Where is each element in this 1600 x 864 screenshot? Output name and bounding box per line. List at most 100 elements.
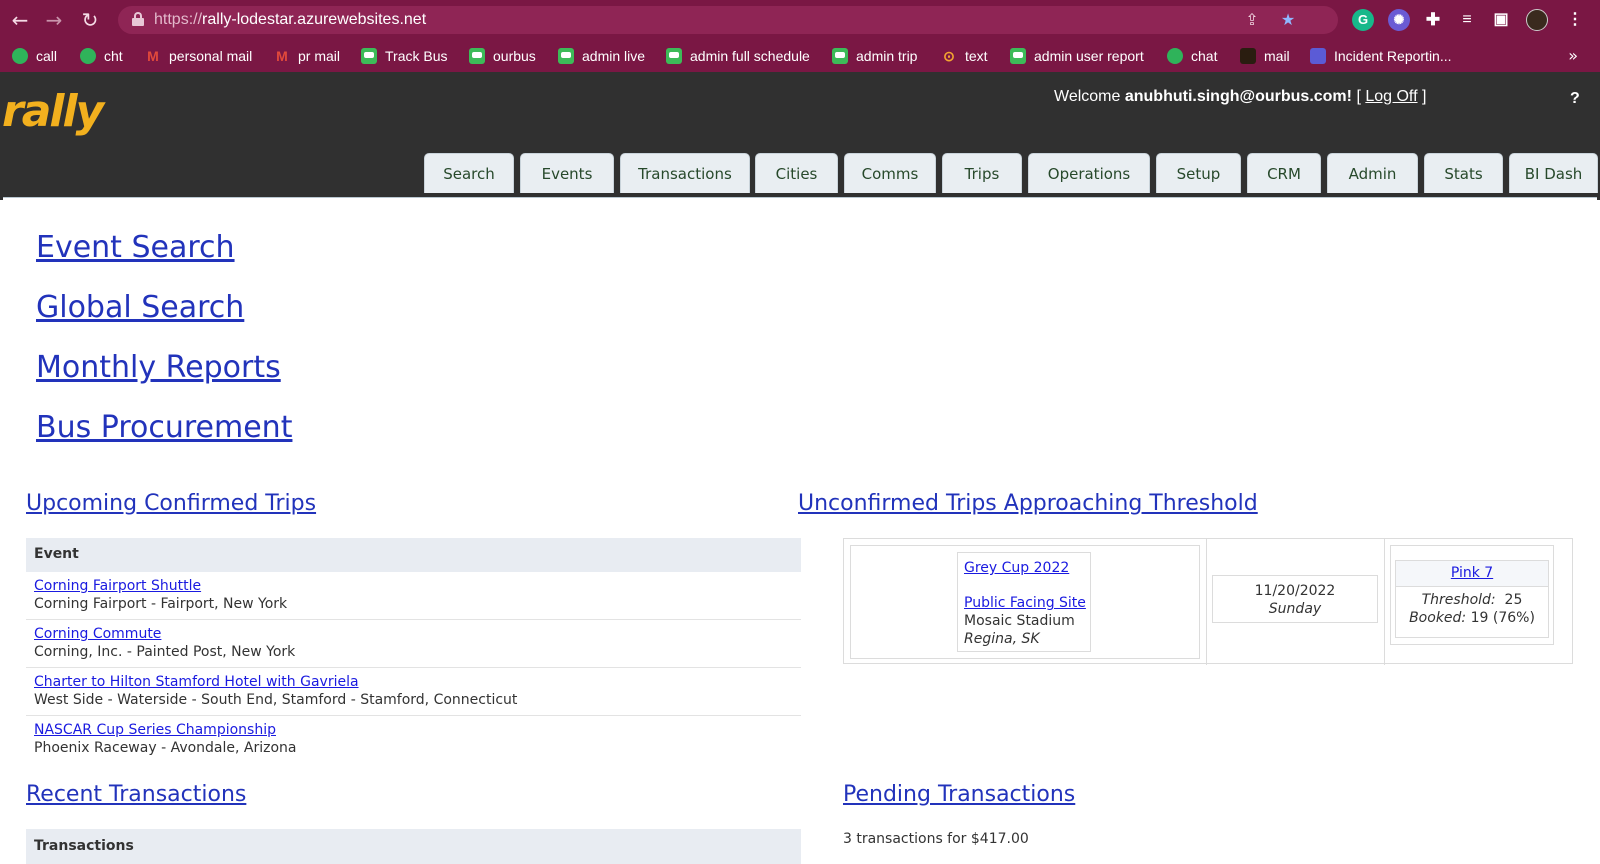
event-link[interactable]: NASCAR Cup Series Championship xyxy=(34,722,801,740)
tab-crm[interactable]: CRM xyxy=(1247,153,1321,193)
event-location: Corning Fairport - Fairport, New York xyxy=(34,596,288,612)
extension-badge-icon[interactable]: ✺ xyxy=(1388,9,1410,31)
bookmark-admin-user-report[interactable]: admin user report xyxy=(1010,47,1144,65)
tab-events[interactable]: Events xyxy=(520,153,614,193)
event-day: Sunday xyxy=(1268,601,1322,617)
mail-icon xyxy=(1240,48,1256,64)
event-location: Corning, Inc. - Painted Post, New York xyxy=(34,644,296,660)
bookmark-star-icon[interactable]: ★ xyxy=(1278,10,1298,30)
bus-icon xyxy=(558,48,574,64)
tab-cities[interactable]: Cities xyxy=(755,153,838,193)
puzzle-extensions-icon[interactable]: ✚ xyxy=(1422,9,1444,31)
event-link[interactable]: Charter to Hilton Stamford Hotel with Ga… xyxy=(34,674,801,692)
main-content: Event Search Global Search Monthly Repor… xyxy=(3,197,1597,864)
event-date-cell: 11/20/2022 Sunday xyxy=(1212,575,1378,623)
tab-setup[interactable]: Setup xyxy=(1156,153,1241,193)
chat-icon xyxy=(1167,48,1183,64)
list-icon xyxy=(1310,48,1326,64)
chat-icon xyxy=(80,48,96,64)
share-icon[interactable]: ⇪ xyxy=(1242,10,1262,30)
unconfirmed-trips-title[interactable]: Unconfirmed Trips Approaching Threshold xyxy=(798,491,1258,516)
reload-icon[interactable]: ↻ xyxy=(78,8,102,32)
tab-comms[interactable]: Comms xyxy=(844,153,936,193)
event-link[interactable]: Corning Commute xyxy=(34,626,801,644)
monthly-reports-link[interactable]: Monthly Reports xyxy=(36,350,281,385)
upcoming-confirmed-trips-title[interactable]: Upcoming Confirmed Trips xyxy=(26,491,316,516)
event-cell: Grey Cup 2022 Public Facing Site Mosaic … xyxy=(850,545,1200,659)
pending-summary: 3 transactions for $417.00 xyxy=(843,831,1029,847)
tab-search[interactable]: Search xyxy=(424,153,514,193)
bookmark-cht[interactable]: cht xyxy=(80,47,123,65)
bookmark-personal-mail[interactable]: Mpersonal mail xyxy=(145,47,252,65)
event-location: Phoenix Raceway - Avondale, Arizona xyxy=(34,740,297,756)
upcoming-trips-table: Event Corning Fairport Shuttle Corning F… xyxy=(26,538,801,764)
event-details: Grey Cup 2022 Public Facing Site Mosaic … xyxy=(957,552,1091,652)
phone-icon xyxy=(12,48,28,64)
bookmark-admin-full-schedule[interactable]: admin full schedule xyxy=(666,47,810,65)
lock-icon xyxy=(132,12,144,26)
bookmark-admin-live[interactable]: admin live xyxy=(558,47,645,65)
bookmark-ourbus[interactable]: ourbus xyxy=(469,47,536,65)
tab-transactions[interactable]: Transactions xyxy=(620,153,750,193)
bus-icon xyxy=(1010,48,1026,64)
address-bar[interactable]: https://rally-lodestar.azurewebsites.net… xyxy=(118,6,1338,34)
cell-divider xyxy=(1384,539,1385,665)
tab-trips[interactable]: Trips xyxy=(942,153,1022,193)
table-row: Charter to Hilton Stamford Hotel with Ga… xyxy=(26,668,801,716)
bus-procurement-link[interactable]: Bus Procurement xyxy=(36,410,292,445)
bus-icon xyxy=(469,48,485,64)
recent-transactions-title[interactable]: Recent Transactions xyxy=(26,782,246,807)
unconfirmed-trip-card: Grey Cup 2022 Public Facing Site Mosaic … xyxy=(843,538,1573,665)
bus-icon xyxy=(666,48,682,64)
bookmark-incident-reporting[interactable]: Incident Reportin... xyxy=(1310,47,1452,65)
media-control-icon[interactable]: ≡ xyxy=(1456,9,1478,31)
bookmark-mail[interactable]: mail xyxy=(1240,47,1290,65)
event-link[interactable]: Corning Fairport Shuttle xyxy=(34,578,801,596)
bookmark-call[interactable]: call xyxy=(12,47,57,65)
tab-bi-dash[interactable]: BI Dash xyxy=(1509,153,1598,193)
public-facing-site-link[interactable]: Public Facing Site xyxy=(964,595,1086,611)
booked-value: 19 (76%) xyxy=(1470,610,1535,626)
bookmark-pr-mail[interactable]: Mpr mail xyxy=(274,47,340,65)
route-header: Pink 7 xyxy=(1396,561,1548,587)
global-search-link[interactable]: Global Search xyxy=(36,290,244,325)
bookmark-text[interactable]: ⊙ text xyxy=(941,47,987,65)
event-location: West Side - Waterside - South End, Stamf… xyxy=(34,692,518,708)
bookmark-track-bus[interactable]: Track Bus xyxy=(361,47,448,65)
gmail-icon: M xyxy=(276,48,288,64)
route-link[interactable]: Pink 7 xyxy=(1451,565,1493,581)
tab-stats[interactable]: Stats xyxy=(1424,153,1503,193)
profile-avatar[interactable] xyxy=(1526,9,1548,31)
table-row: Corning Fairport Shuttle Corning Fairpor… xyxy=(26,572,801,620)
threshold-value: 25 xyxy=(1504,592,1523,608)
bookmarks-overflow-button[interactable]: » xyxy=(1568,46,1578,65)
tab-operations[interactable]: Operations xyxy=(1028,153,1150,193)
route-cell: Pink 7 Threshold: 25 Booked: 19 (76%) xyxy=(1390,545,1554,645)
grammarly-extension-icon[interactable]: G xyxy=(1352,9,1374,31)
event-link[interactable]: Grey Cup 2022 xyxy=(964,560,1069,576)
venue-city: Regina, SK xyxy=(964,631,1040,647)
forward-arrow-icon[interactable]: → xyxy=(42,8,66,32)
table-row: Corning Commute Corning, Inc. - Painted … xyxy=(26,620,801,668)
transactions-table-header: Transactions xyxy=(26,829,801,864)
bookmark-chat[interactable]: chat xyxy=(1167,47,1217,65)
cell-divider xyxy=(1206,539,1207,665)
text-icon: ⊙ xyxy=(943,48,955,64)
route-stats: Threshold: 25 Booked: 19 (76%) xyxy=(1409,592,1535,626)
back-arrow-icon[interactable]: ← xyxy=(8,8,32,32)
log-off-link[interactable]: Log Off xyxy=(1365,88,1417,105)
side-panel-icon[interactable]: ▣ xyxy=(1490,9,1512,31)
pending-transactions-title[interactable]: Pending Transactions xyxy=(843,782,1075,807)
bookmark-admin-trip[interactable]: admin trip xyxy=(832,47,917,65)
venue-name: Mosaic Stadium xyxy=(964,613,1075,629)
welcome-message: Welcome anubhuti.singh@ourbus.com! [ Log… xyxy=(1054,88,1427,105)
rally-logo[interactable]: rally xyxy=(2,86,104,137)
help-icon[interactable]: ? xyxy=(1570,90,1580,108)
tab-admin[interactable]: Admin xyxy=(1327,153,1418,193)
user-email: anubhuti.singh@ourbus.com! xyxy=(1124,88,1352,105)
bus-icon xyxy=(832,48,848,64)
bus-icon xyxy=(361,48,377,64)
browser-toolbar: ← → ↻ https://rally-lodestar.azurewebsit… xyxy=(0,0,1600,40)
event-search-link[interactable]: Event Search xyxy=(36,230,235,265)
browser-menu-icon[interactable]: ⋮ xyxy=(1564,9,1586,31)
